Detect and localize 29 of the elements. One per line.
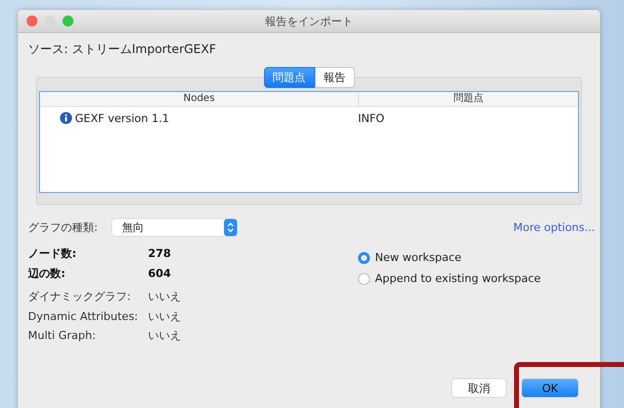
column-header[interactable]: Nodes (40, 92, 359, 106)
graph-type-dropdown[interactable]: 無向 (112, 219, 237, 236)
table-cell: GEXF version 1.1 (75, 112, 170, 124)
column-header[interactable]: 問題点 (359, 92, 578, 106)
stat-label: ダイナミックグラフ: (28, 289, 132, 304)
stat-label: Dynamic Attributes: (28, 310, 140, 323)
window-controls-icon[interactable] (26, 15, 74, 27)
stepper-icon (224, 219, 237, 236)
table-cell-text: INFO (358, 112, 386, 124)
stat-value: いいえ (148, 328, 181, 344)
radio-label[interactable]: Append to existing workspace (375, 272, 541, 285)
cancel-button[interactable]: 取消 (452, 379, 506, 397)
stat-value: いいえ (148, 308, 181, 324)
stat-value: いいえ (148, 289, 181, 304)
radio-button[interactable] (358, 252, 370, 264)
window-title: 報告をインポート (265, 14, 353, 28)
more-options-link[interactable]: More options... (513, 221, 595, 234)
radio-button[interactable] (358, 272, 370, 284)
stat-label: ノード数: (28, 246, 78, 262)
source-label: ソース: ストリームImporterGEXF (28, 41, 218, 58)
stat-label: 辺の数: (28, 266, 66, 281)
tab[interactable]: 報告 (314, 67, 354, 88)
graph-type-label: グラフの種類: (28, 220, 99, 235)
radio-label[interactable]: New workspace (375, 251, 462, 264)
ok-button[interactable]: OK (522, 379, 578, 397)
info-icon (60, 112, 72, 124)
stat-label: Multi Graph: (28, 329, 97, 342)
stat-value: 278 (148, 247, 171, 260)
stat-value: 604 (148, 266, 171, 280)
